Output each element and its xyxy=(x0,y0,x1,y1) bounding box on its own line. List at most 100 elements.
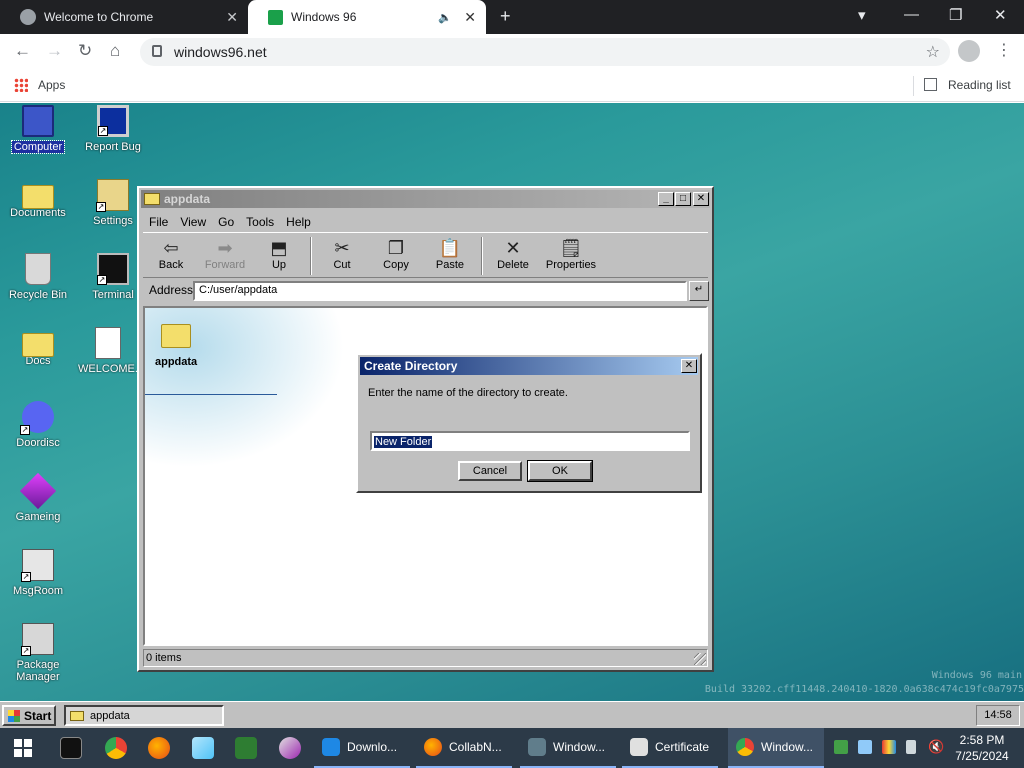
desktop-icon-report-bug[interactable]: ↗ Report Bug xyxy=(75,105,151,153)
usb-icon[interactable] xyxy=(906,740,916,754)
tab-windows-96[interactable]: Windows 96 🔈 ✕ xyxy=(248,0,486,34)
taskbar-app-chrome-window[interactable]: Window... xyxy=(728,728,824,768)
download-arrow-icon xyxy=(322,738,340,756)
chrome-menu-icon[interactable]: ⋮ xyxy=(996,40,1012,60)
paint-pin-icon[interactable] xyxy=(279,737,301,759)
tab-title: Welcome to Chrome xyxy=(44,10,154,24)
taskbar-app-window[interactable]: Window... xyxy=(520,728,616,768)
firefox-pin-icon[interactable] xyxy=(148,737,170,759)
close-icon[interactable]: ✕ xyxy=(681,359,697,373)
menu-go[interactable]: Go xyxy=(212,212,240,232)
certificate-icon xyxy=(630,738,648,756)
computer-icon xyxy=(22,105,54,137)
desktop-icon-package-manager[interactable]: ↗ Package Manager xyxy=(0,623,76,683)
desktop-icon-recycle-bin[interactable]: Recycle Bin xyxy=(0,253,76,301)
chrome-pin-icon[interactable] xyxy=(105,737,127,759)
close-icon[interactable]: ✕ xyxy=(693,192,709,206)
restore-icon[interactable]: ❐ xyxy=(949,6,962,24)
taskbar-app-certificate[interactable]: Certificate xyxy=(622,728,718,768)
browser-toolbar: ← → ↻ ⌂ windows96.net ☆ xyxy=(0,34,1024,70)
windows96-favicon-icon xyxy=(268,9,283,25)
desktop-icon-welcome[interactable]: WELCOME. xyxy=(70,327,146,375)
tray-app-icon[interactable] xyxy=(834,740,848,754)
desktop-icon-msgroom[interactable]: ↗ MsgRoom xyxy=(0,549,76,597)
directory-name-input[interactable]: New Folder xyxy=(370,431,690,451)
bookmark-star-icon[interactable]: ☆ xyxy=(926,42,940,62)
minimize-icon[interactable]: _ xyxy=(658,192,674,206)
spreadsheet-pin-icon[interactable] xyxy=(235,737,257,759)
copy-button[interactable]: ❐ Copy xyxy=(368,237,424,271)
delete-button[interactable]: ✕ Delete xyxy=(485,237,541,271)
back-button[interactable]: ⇦ Back xyxy=(143,237,199,271)
folder-item-appdata[interactable]: appdata xyxy=(155,322,235,368)
dialog-prompt: Enter the name of the directory to creat… xyxy=(368,387,568,399)
desktop-icon-doordisc[interactable]: ↗ Doordisc xyxy=(0,401,76,449)
close-tab-icon[interactable]: ✕ xyxy=(226,9,238,26)
win96-desktop[interactable]: Computer ↗ Report Bug Documents ↗ Settin… xyxy=(0,103,1024,701)
go-arrow-icon[interactable]: ↵ xyxy=(689,281,709,301)
windows96-logo-icon xyxy=(8,709,20,722)
item-count: 0 items xyxy=(146,652,182,664)
tab-search-icon[interactable]: ▾ xyxy=(858,6,866,24)
up-button[interactable]: ⬒ Up xyxy=(251,237,307,271)
menu-tools[interactable]: Tools xyxy=(240,212,280,232)
paste-icon: 📋 xyxy=(438,238,462,258)
reading-list-button[interactable]: Reading list xyxy=(948,78,1011,92)
explorer-title-bar[interactable]: appdata _ □ ✕ xyxy=(141,190,710,208)
package-manager-icon: ↗ xyxy=(21,623,54,656)
network-icon[interactable] xyxy=(858,740,872,754)
system-clock[interactable]: 2:58 PM 7/25/2024 xyxy=(954,732,1010,764)
forward-arrow-icon[interactable]: → xyxy=(46,41,63,61)
paste-button[interactable]: 📋 Paste xyxy=(422,237,478,271)
menu-view[interactable]: View xyxy=(174,212,212,232)
profile-avatar-icon[interactable] xyxy=(958,40,980,62)
reading-list-icon[interactable] xyxy=(924,78,937,91)
tab-welcome-to-chrome[interactable]: Welcome to Chrome ✕ xyxy=(0,0,248,34)
notes-pin-icon[interactable] xyxy=(192,737,214,759)
taskbar-app-downloads[interactable]: Downlo... xyxy=(314,728,410,768)
create-directory-dialog[interactable]: Create Directory ✕ Enter the name of the… xyxy=(356,353,702,493)
properties-button[interactable]: 🗒 Properties xyxy=(539,237,603,271)
volume-muted-icon[interactable]: 🔇 xyxy=(928,740,944,754)
desktop-icon-computer[interactable]: Computer xyxy=(0,105,76,154)
terminal-pin-icon[interactable] xyxy=(60,737,82,759)
color-tray-icon[interactable] xyxy=(882,740,896,754)
markdown-document-icon xyxy=(95,327,121,359)
lock-icon[interactable] xyxy=(152,45,162,57)
reload-icon[interactable]: ↻ xyxy=(78,41,92,61)
properties-icon: 🗒 xyxy=(559,238,583,258)
desktop-icon-docs[interactable]: Docs xyxy=(0,327,76,367)
address-input[interactable]: C:/user/appdata xyxy=(193,281,687,301)
menu-file[interactable]: File xyxy=(143,212,174,232)
taskbar-item-appdata[interactable]: appdata xyxy=(64,705,224,726)
minimize-icon[interactable]: — xyxy=(904,6,919,23)
menu-help[interactable]: Help xyxy=(280,212,317,232)
new-tab-icon[interactable]: + xyxy=(500,6,511,27)
firefox-icon xyxy=(424,738,442,756)
cut-button[interactable]: ✂ Cut xyxy=(314,237,370,271)
explorer-toolbar: ⇦ Back ➡ Forward ⬒ Up ✂ Cut ❐ Copy 📋 Pas… xyxy=(143,232,708,278)
taskbar-app-collabn[interactable]: CollabN... xyxy=(416,728,512,768)
apps-grid-icon[interactable] xyxy=(14,78,28,92)
apps-bookmark[interactable]: Apps xyxy=(38,78,65,92)
desktop-icon-gameing[interactable]: Gameing xyxy=(0,472,76,523)
resize-grip-icon[interactable] xyxy=(694,653,706,665)
start-button[interactable]: Start xyxy=(2,705,56,726)
close-tab-icon[interactable]: ✕ xyxy=(464,9,476,26)
close-window-icon[interactable]: ✕ xyxy=(994,6,1007,24)
forward-button[interactable]: ➡ Forward xyxy=(197,237,253,271)
home-icon[interactable]: ⌂ xyxy=(110,41,120,61)
recycle-bin-icon xyxy=(25,253,51,285)
address-bar[interactable]: windows96.net ☆ xyxy=(140,38,950,66)
chrome-icon xyxy=(736,738,754,756)
bookmarks-bar: Apps Reading list xyxy=(0,70,1024,102)
back-arrow-icon[interactable]: ← xyxy=(14,41,31,61)
selection-underline xyxy=(145,394,277,395)
speaker-icon[interactable]: 🔈 xyxy=(438,11,452,24)
dialog-title-bar[interactable]: Create Directory ✕ xyxy=(360,357,698,375)
ok-button[interactable]: OK xyxy=(527,460,593,482)
cancel-button[interactable]: Cancel xyxy=(458,461,522,481)
desktop-icon-documents[interactable]: Documents xyxy=(0,179,76,219)
windows-start-icon[interactable] xyxy=(14,739,32,757)
maximize-icon[interactable]: □ xyxy=(675,192,691,206)
